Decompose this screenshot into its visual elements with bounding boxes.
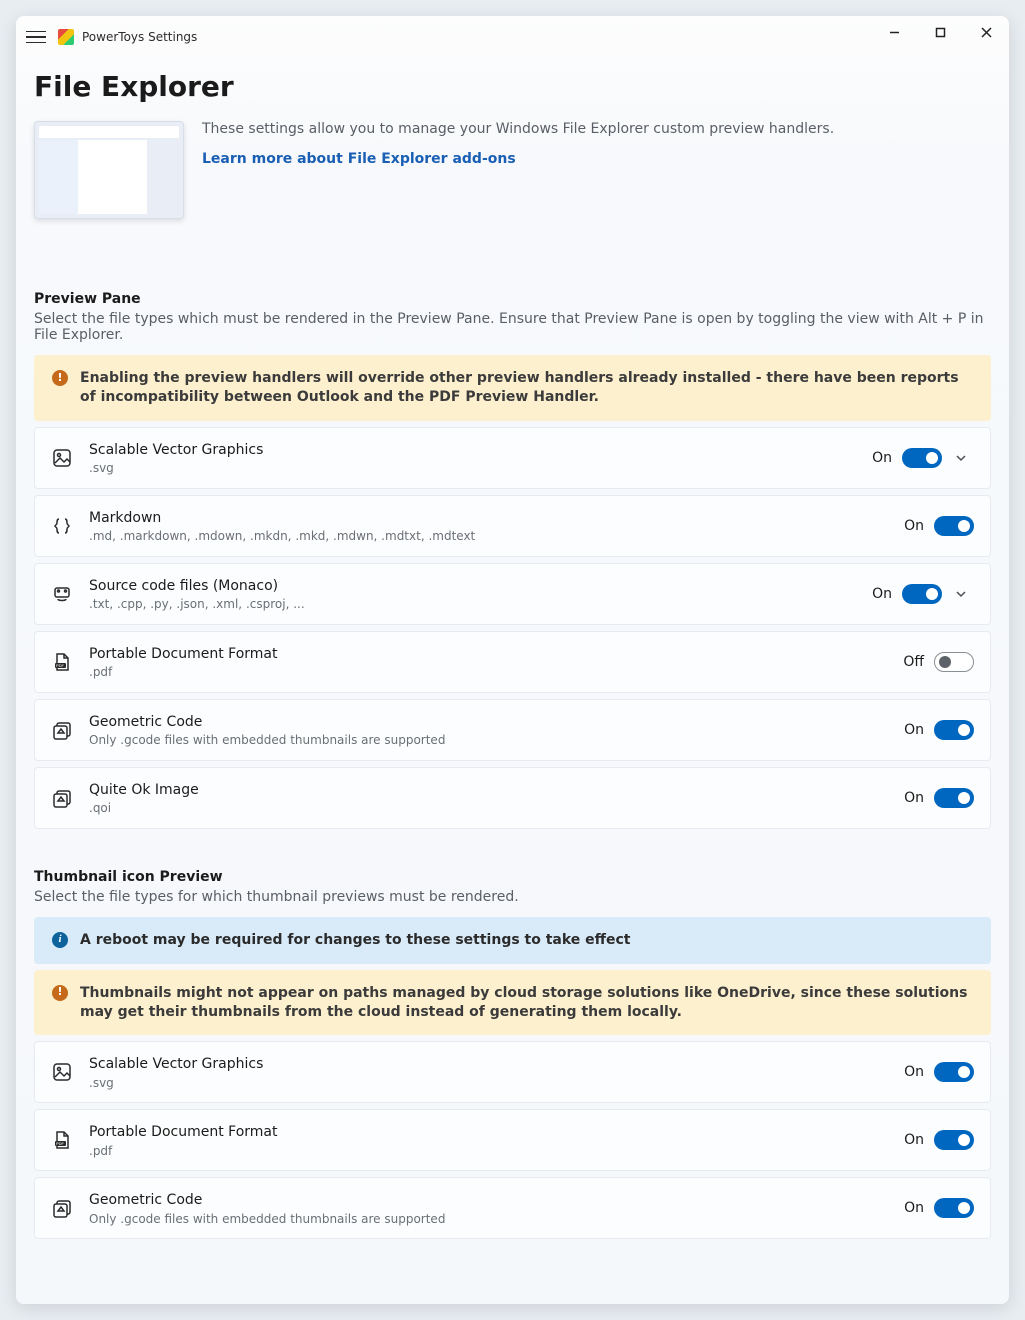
setting-subtitle: .svg <box>89 461 872 475</box>
toggle-state-label: On <box>872 586 892 602</box>
preview-pane-subtext: Select the file types which must be rend… <box>34 311 991 343</box>
braces-icon <box>51 515 73 537</box>
setting-row: Geometric Code Only .gcode files with emb… <box>34 1177 991 1239</box>
setting-row: Markdown .md, .markdown, .mdown, .mkdn, .… <box>34 495 991 557</box>
titlebar: PowerToys Settings <box>16 16 1009 58</box>
toggle-switch[interactable] <box>934 652 974 672</box>
toggle-switch[interactable] <box>934 788 974 808</box>
gcode-icon <box>51 787 73 809</box>
setting-row: Source code files (Monaco) .txt, .cpp, .p… <box>34 563 991 625</box>
toggle-switch[interactable] <box>934 1198 974 1218</box>
thumbnail-subtext: Select the file types for which thumbnai… <box>34 889 991 905</box>
toggle-state-label: On <box>904 1200 924 1216</box>
minimize-button[interactable] <box>871 16 917 48</box>
toggle-switch[interactable] <box>902 584 942 604</box>
page-title: File Explorer <box>34 70 991 103</box>
image-icon <box>51 447 73 469</box>
toggle-state-label: Off <box>903 654 924 670</box>
thumbnail-info: i A reboot may be required for changes t… <box>34 917 991 964</box>
setting-title: Markdown <box>89 509 904 527</box>
setting-subtitle: .pdf <box>89 665 903 679</box>
gcode-icon <box>51 719 73 741</box>
preview-pane-warning: ! Enabling the preview handlers will ove… <box>34 355 991 421</box>
info-icon: i <box>52 932 68 948</box>
toggle-state-label: On <box>904 1064 924 1080</box>
learn-more-link[interactable]: Learn more about File Explorer add-ons <box>202 151 516 167</box>
setting-title: Scalable Vector Graphics <box>89 1055 904 1073</box>
hero: These settings allow you to manage your … <box>34 121 991 219</box>
warning-icon: ! <box>52 985 68 1001</box>
thumbnail-heading: Thumbnail icon Preview <box>34 869 991 885</box>
setting-title: Geometric Code <box>89 1191 904 1209</box>
setting-row: PDF Portable Document Format .pdfOn <box>34 1109 991 1171</box>
setting-subtitle: .qoi <box>89 801 904 815</box>
chevron-down-icon[interactable] <box>948 587 974 601</box>
setting-subtitle: Only .gcode files with embedded thumbnai… <box>89 733 904 747</box>
hamburger-menu-icon[interactable] <box>26 27 46 47</box>
toggle-state-label: On <box>872 450 892 466</box>
setting-title: Source code files (Monaco) <box>89 577 872 595</box>
setting-subtitle: .md, .markdown, .mdown, .mkdn, .mkd, .md… <box>89 529 904 543</box>
close-button[interactable] <box>963 16 1009 48</box>
thumbnail-warning: ! Thumbnails might not appear on paths m… <box>34 970 991 1036</box>
warning-icon: ! <box>52 370 68 386</box>
pdf-icon: PDF <box>51 651 73 673</box>
setting-title: Quite Ok Image <box>89 781 904 799</box>
toggle-switch[interactable] <box>934 1062 974 1082</box>
pdf-icon: PDF <box>51 1129 73 1151</box>
chevron-down-icon[interactable] <box>948 451 974 465</box>
setting-subtitle: .pdf <box>89 1144 904 1158</box>
toggle-state-label: On <box>904 790 924 806</box>
toggle-state-label: On <box>904 1132 924 1148</box>
setting-title: Portable Document Format <box>89 645 903 663</box>
hero-description: These settings allow you to manage your … <box>202 121 834 137</box>
app-title: PowerToys Settings <box>82 30 197 44</box>
maximize-button[interactable] <box>917 16 963 48</box>
toggle-switch[interactable] <box>934 720 974 740</box>
toggle-state-label: On <box>904 518 924 534</box>
setting-title: Geometric Code <box>89 713 904 731</box>
setting-subtitle: .svg <box>89 1076 904 1090</box>
setting-row: Quite Ok Image .qoiOn <box>34 767 991 829</box>
setting-row: Scalable Vector Graphics .svgOn <box>34 1041 991 1103</box>
svg-text:PDF: PDF <box>56 1141 65 1146</box>
setting-subtitle: Only .gcode files with embedded thumbnai… <box>89 1212 904 1226</box>
setting-row: Geometric Code Only .gcode files with emb… <box>34 699 991 761</box>
setting-row: PDF Portable Document Format .pdfOff <box>34 631 991 693</box>
setting-row: Scalable Vector Graphics .svgOn <box>34 427 991 489</box>
toggle-switch[interactable] <box>934 516 974 536</box>
setting-title: Scalable Vector Graphics <box>89 441 872 459</box>
toggle-switch[interactable] <box>902 448 942 468</box>
image-icon <box>51 1061 73 1083</box>
toggle-state-label: On <box>904 722 924 738</box>
setting-subtitle: .txt, .cpp, .py, .json, .xml, .csproj, .… <box>89 597 872 611</box>
hero-preview-image <box>34 121 184 219</box>
preview-pane-heading: Preview Pane <box>34 291 991 307</box>
svg-text:PDF: PDF <box>56 663 65 668</box>
toggle-switch[interactable] <box>934 1130 974 1150</box>
setting-title: Portable Document Format <box>89 1123 904 1141</box>
gcode-icon <box>51 1197 73 1219</box>
app-icon <box>58 29 74 45</box>
app-window: PowerToys Settings File Explorer These s… <box>16 16 1009 1304</box>
monaco-icon <box>51 583 73 605</box>
